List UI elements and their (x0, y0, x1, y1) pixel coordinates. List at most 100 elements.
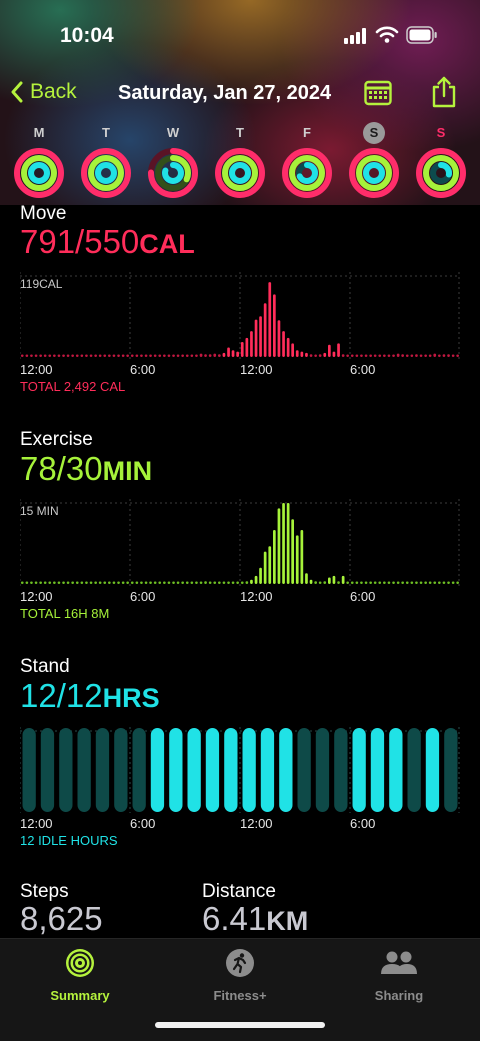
chart-bar (108, 354, 111, 357)
day-letter: S (436, 125, 446, 140)
people-icon (381, 951, 417, 974)
day-friday[interactable]: F (280, 122, 334, 199)
calendar-icon[interactable] (364, 80, 392, 106)
navigation-bar: Back Saturday, Jan 27, 2024 (0, 72, 480, 116)
chart-bar (153, 354, 157, 357)
chart-bar (286, 337, 290, 357)
stand-hour-bar (40, 728, 55, 812)
distance-unit: KM (266, 906, 309, 936)
exercise-chart (20, 499, 460, 587)
chart-bar (240, 342, 244, 357)
chart-bar (396, 353, 400, 357)
day-monday[interactable]: M (12, 122, 66, 199)
stand-hour-bar (389, 728, 403, 812)
chart-bar (318, 581, 322, 584)
day-sunday[interactable]: S (414, 122, 468, 199)
chart-bar (208, 581, 212, 584)
chart-bar (328, 344, 331, 357)
day-letter: T (102, 125, 110, 140)
chart-bar (140, 581, 143, 584)
chart-bar (163, 581, 166, 584)
chart-bar (254, 319, 258, 357)
chart-bar (144, 354, 148, 357)
chart-bar (236, 351, 239, 357)
chart-bar (112, 581, 116, 584)
chart-bar (433, 581, 437, 584)
move-chart (20, 272, 460, 360)
chart-bar (373, 581, 377, 584)
chart-bar (103, 581, 107, 584)
chart-bar (199, 581, 203, 584)
chart-bar (25, 354, 29, 357)
home-indicator (155, 1022, 325, 1028)
chart-bar (383, 354, 386, 357)
chart-bar (89, 581, 93, 584)
stand-hour-bar (242, 728, 256, 812)
chart-bar (112, 354, 116, 357)
chart-bar (410, 581, 414, 584)
day-letter: W (166, 125, 180, 140)
chart-bar (282, 503, 285, 584)
move-time-axis: 12:00 6:00 12:00 6:00 (20, 362, 460, 378)
chart-bar (447, 354, 450, 357)
stand-hour-bar (279, 728, 293, 812)
tab-sharing[interactable]: Sharing (339, 947, 459, 1003)
stand-hour-bar (22, 728, 36, 812)
chart-bar (291, 519, 294, 584)
chart-bar (130, 354, 134, 357)
fitness-runner-icon (226, 949, 254, 977)
chart-bar (126, 354, 129, 357)
chart-bar (318, 354, 322, 357)
chart-bar (442, 581, 446, 584)
distance-value-number: 6.41 (202, 900, 267, 937)
chart-bar (291, 343, 294, 357)
chart-bar (369, 581, 372, 584)
chart-bar (130, 581, 134, 584)
stand-hour-bar (150, 728, 165, 812)
tab-summary[interactable]: Summary (20, 947, 140, 1003)
chart-bar (405, 354, 409, 357)
activity-rings-icon (148, 148, 198, 198)
tick-label: 6:00 (130, 589, 156, 604)
activity-rings-icon (215, 148, 265, 198)
day-wednesday[interactable]: W (146, 122, 200, 199)
stand-hour-bar (334, 728, 348, 812)
chart-bar (204, 581, 207, 584)
chart-bar (236, 581, 239, 584)
tab-fitness-plus[interactable]: Fitness+ (180, 947, 300, 1003)
day-thursday[interactable]: T (213, 122, 267, 199)
activity-rings-icon (416, 148, 466, 198)
battery-icon (406, 26, 437, 44)
chart-bar (254, 575, 258, 584)
stand-value: 12/12HRS (20, 677, 160, 715)
exercise-value: 78/30MIN (20, 450, 152, 488)
stand-hour-bar (297, 728, 311, 812)
back-label: Back (30, 80, 77, 103)
chart-bar (401, 581, 404, 584)
chart-bar (53, 581, 56, 584)
tab-label: Fitness+ (213, 988, 267, 1003)
chart-bar (98, 354, 102, 357)
chart-bar (30, 581, 33, 584)
back-button[interactable]: Back (10, 80, 77, 104)
chart-bar (442, 354, 446, 357)
chart-bar (185, 354, 189, 357)
exercise-total: TOTAL 16H 8M (20, 606, 110, 621)
chart-bar (346, 354, 349, 357)
chart-bar (158, 354, 162, 357)
chart-bar (62, 581, 65, 584)
status-time: 10:04 (60, 24, 114, 47)
stand-hour-bar (187, 728, 201, 812)
share-icon[interactable] (431, 76, 457, 108)
chart-bar (185, 581, 189, 584)
chart-bar (415, 581, 418, 584)
chart-bar (300, 351, 304, 357)
chart-bar (355, 581, 359, 584)
move-value-number: 791/550 (20, 223, 140, 260)
day-saturday[interactable]: S (347, 122, 401, 199)
chart-bar (140, 354, 143, 357)
chart-bar (360, 581, 363, 584)
chart-bar (163, 354, 166, 357)
chart-bar (346, 581, 349, 584)
day-tuesday[interactable]: T (79, 122, 133, 199)
